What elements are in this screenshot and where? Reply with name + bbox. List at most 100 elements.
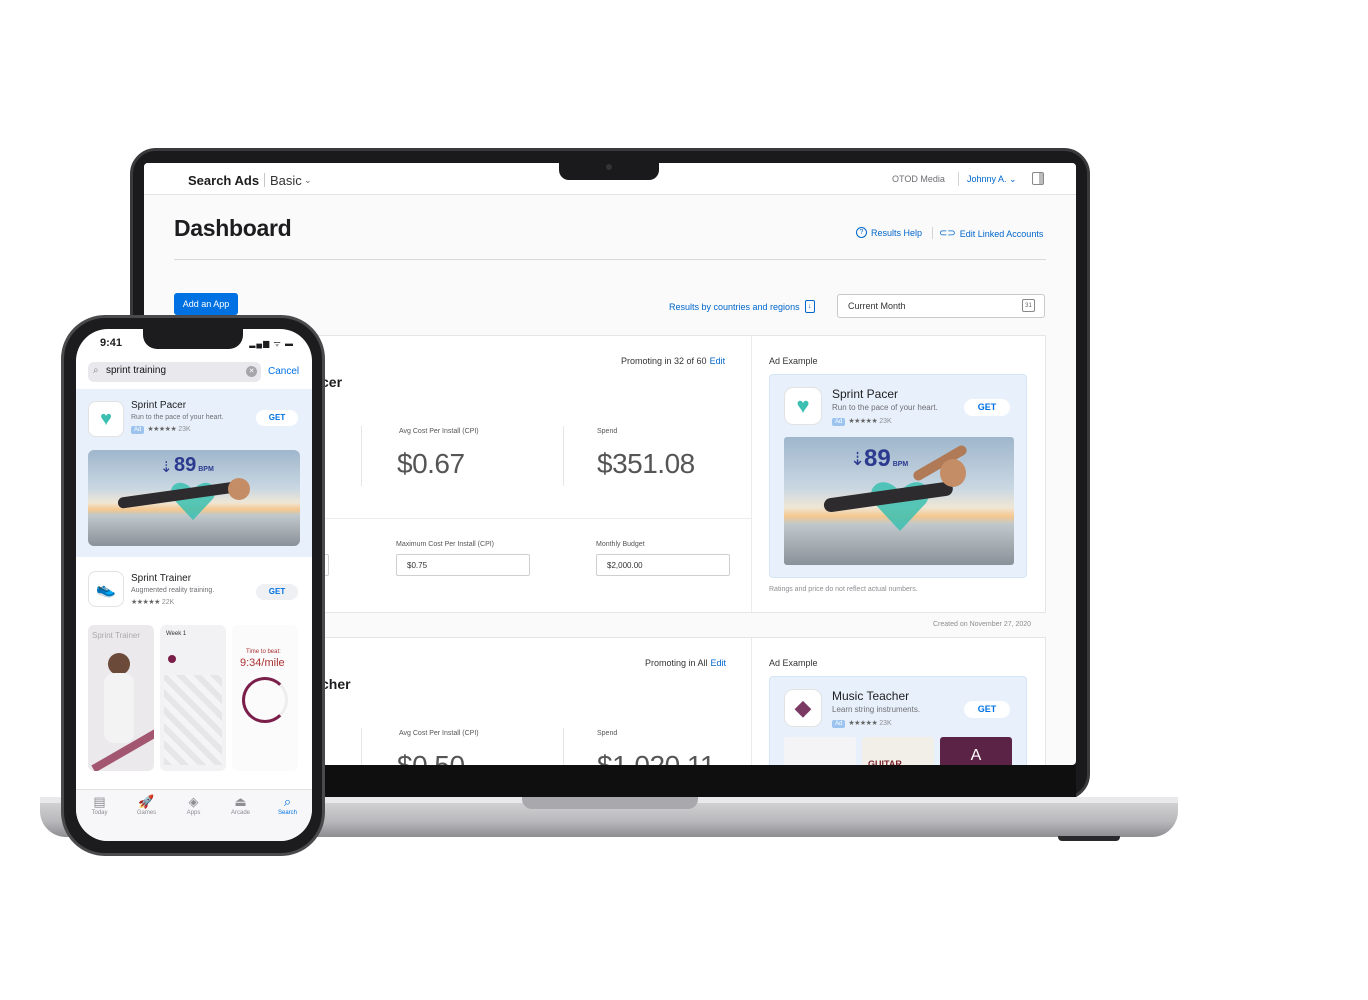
edit-link[interactable]: Edit [710, 356, 726, 366]
tab-search[interactable]: ⌕ Search [264, 794, 311, 816]
promoting-text: Promoting in All [645, 658, 708, 668]
search-icon: ⌕ [93, 365, 99, 376]
search-input[interactable]: ⌕ sprint training ✕ [88, 362, 261, 382]
ad-preview: ♥ Sprint Pacer Run to the pace of your h… [769, 374, 1027, 578]
monthly-budget-field[interactable]: $2,000.00 [596, 554, 730, 576]
iphone-screen: 9:41 ▂▄▆ ᯤ ▬ ⌕ sprint training ✕ Cancel … [76, 329, 312, 841]
ad-example-label: Ad Example [769, 356, 818, 366]
chevron-down-icon[interactable]: ⌄ [304, 175, 312, 186]
ad-badge: Ad [131, 426, 145, 434]
star-rating-icon: ★★★★★ [147, 426, 177, 433]
app-subtitle: Learn string instruments. [832, 705, 921, 714]
ad-badge: Ad [832, 720, 846, 728]
results-help-label: Results Help [871, 227, 923, 238]
ad-screenshot: ⇣ 89 BPM [784, 437, 1014, 565]
metric-separator [361, 426, 362, 486]
bpm-value: 89 [174, 454, 197, 476]
brand-separator [264, 173, 265, 187]
get-button[interactable]: GET [964, 399, 1010, 416]
athlete-head [228, 478, 250, 500]
apps-icon: ◈ [188, 794, 199, 809]
app-rating: Ad ★★★★★ 23K [131, 425, 191, 434]
spend-label: Spend [597, 428, 618, 435]
nav-divider [958, 172, 959, 186]
ad-preview: ◆ Music Teacher Learn string instruments… [769, 676, 1027, 765]
user-menu[interactable]: Johnny A. ⌄ [967, 174, 1017, 185]
app-rating: Ad ★★★★★ 23K [832, 417, 892, 426]
tab-today[interactable]: ▤ Today [76, 794, 123, 816]
results-help-link[interactable]: ? Results Help [856, 227, 922, 238]
edit-linked-accounts-link[interactable]: ⊂⊃ Edit Linked Accounts [939, 228, 1043, 239]
link-icon: ⊂⊃ [939, 228, 956, 239]
app-subtitle: Augmented reality training. [131, 587, 215, 594]
progress-dot [168, 655, 176, 663]
brand-name[interactable]: Search Ads [188, 173, 259, 188]
arrow-down-icon: ⇣ [850, 449, 866, 469]
bpm-unit: BPM [892, 461, 909, 468]
today-icon: ▤ [93, 794, 106, 809]
tab-label: Search [277, 810, 297, 816]
athlete-head [940, 459, 966, 487]
heart-app-icon: ♥ [784, 387, 822, 425]
app-screenshot: Time to beat: 9:34/mile [232, 625, 298, 771]
tab-label: Arcade [230, 810, 250, 816]
app-name: Sprint Pacer [131, 400, 187, 411]
add-app-button[interactable]: Add an App [174, 293, 238, 315]
tab-games[interactable]: 🚀 Games [123, 794, 170, 816]
download-icon: ↓ [804, 300, 815, 313]
screenshot-label: Sprint Trainer [92, 631, 141, 640]
app-name[interactable]: Sprint Trainer [131, 573, 191, 584]
edit-linked-label: Edit Linked Accounts [959, 228, 1044, 239]
get-button[interactable]: GET [256, 584, 298, 600]
card-divider [751, 638, 752, 765]
ad-screenshot [784, 737, 856, 765]
promoting-status: Promoting in All Edit [645, 658, 726, 668]
rating-count: 23K [879, 720, 892, 727]
sidebar-toggle-icon[interactable] [1032, 172, 1044, 185]
runner-body [104, 673, 134, 743]
star-rating-icon: ★★★★★ [848, 418, 878, 425]
status-time: 9:41 [100, 337, 123, 349]
clear-icon[interactable]: ✕ [246, 366, 257, 377]
results-by-region-link[interactable]: Results by countries and regions ↓ [669, 300, 815, 313]
edit-link[interactable]: Edit [711, 658, 727, 668]
spend-value: $1,020.11 [597, 750, 716, 765]
max-cpi-field[interactable]: $0.75 [396, 554, 530, 576]
card-divider [751, 336, 752, 612]
get-button[interactable]: GET [256, 410, 298, 426]
org-name[interactable]: OTOD Media [892, 174, 945, 184]
plan-selector[interactable]: Basic [270, 173, 302, 188]
spend-value: $351.08 [597, 448, 695, 479]
map-view [164, 675, 222, 765]
app-subtitle: Run to the pace of your heart. [832, 403, 938, 412]
ad-badge: Ad [832, 418, 846, 426]
results-by-region-label: Results by countries and regions [669, 301, 800, 312]
arcade-icon: ⏏ [234, 794, 247, 809]
date-range-select[interactable]: Current Month 31 [837, 294, 1045, 318]
screenshot-label: Week 1 [166, 631, 187, 637]
search-value: sprint training [106, 365, 167, 376]
avg-cpi-value: $0.50 [397, 750, 465, 765]
ratings-disclaimer: Ratings and price do not reflect actual … [769, 586, 918, 593]
get-button[interactable]: GET [964, 701, 1010, 718]
tab-label: Games [136, 810, 157, 816]
campaign-title[interactable]: cher [321, 676, 351, 692]
link-divider [932, 227, 933, 239]
macbook-notch [559, 160, 659, 180]
arrow-down-icon: ⇣ [160, 459, 173, 476]
avg-cpi-label: Avg Cost Per Install (CPI) [399, 730, 479, 737]
tab-label: Today [91, 810, 108, 816]
star-rating-icon: ★★★★★ [848, 720, 878, 727]
tab-apps[interactable]: ◈ Apps [170, 794, 217, 816]
cancel-button[interactable]: Cancel [268, 366, 299, 377]
heart-app-icon: ♥ [88, 401, 124, 437]
metric-separator [563, 426, 564, 486]
guitar-pick-app-icon: ◆ [784, 689, 822, 727]
spend-label: Spend [597, 730, 618, 737]
header-divider [174, 259, 1046, 260]
bpm-readout: 89 BPM [174, 454, 214, 477]
app-screenshot: Week 1 [160, 625, 226, 771]
bpm-value: 89 [864, 445, 891, 472]
macbook-foot [1058, 836, 1120, 841]
tab-arcade[interactable]: ⏏ Arcade [217, 794, 264, 816]
